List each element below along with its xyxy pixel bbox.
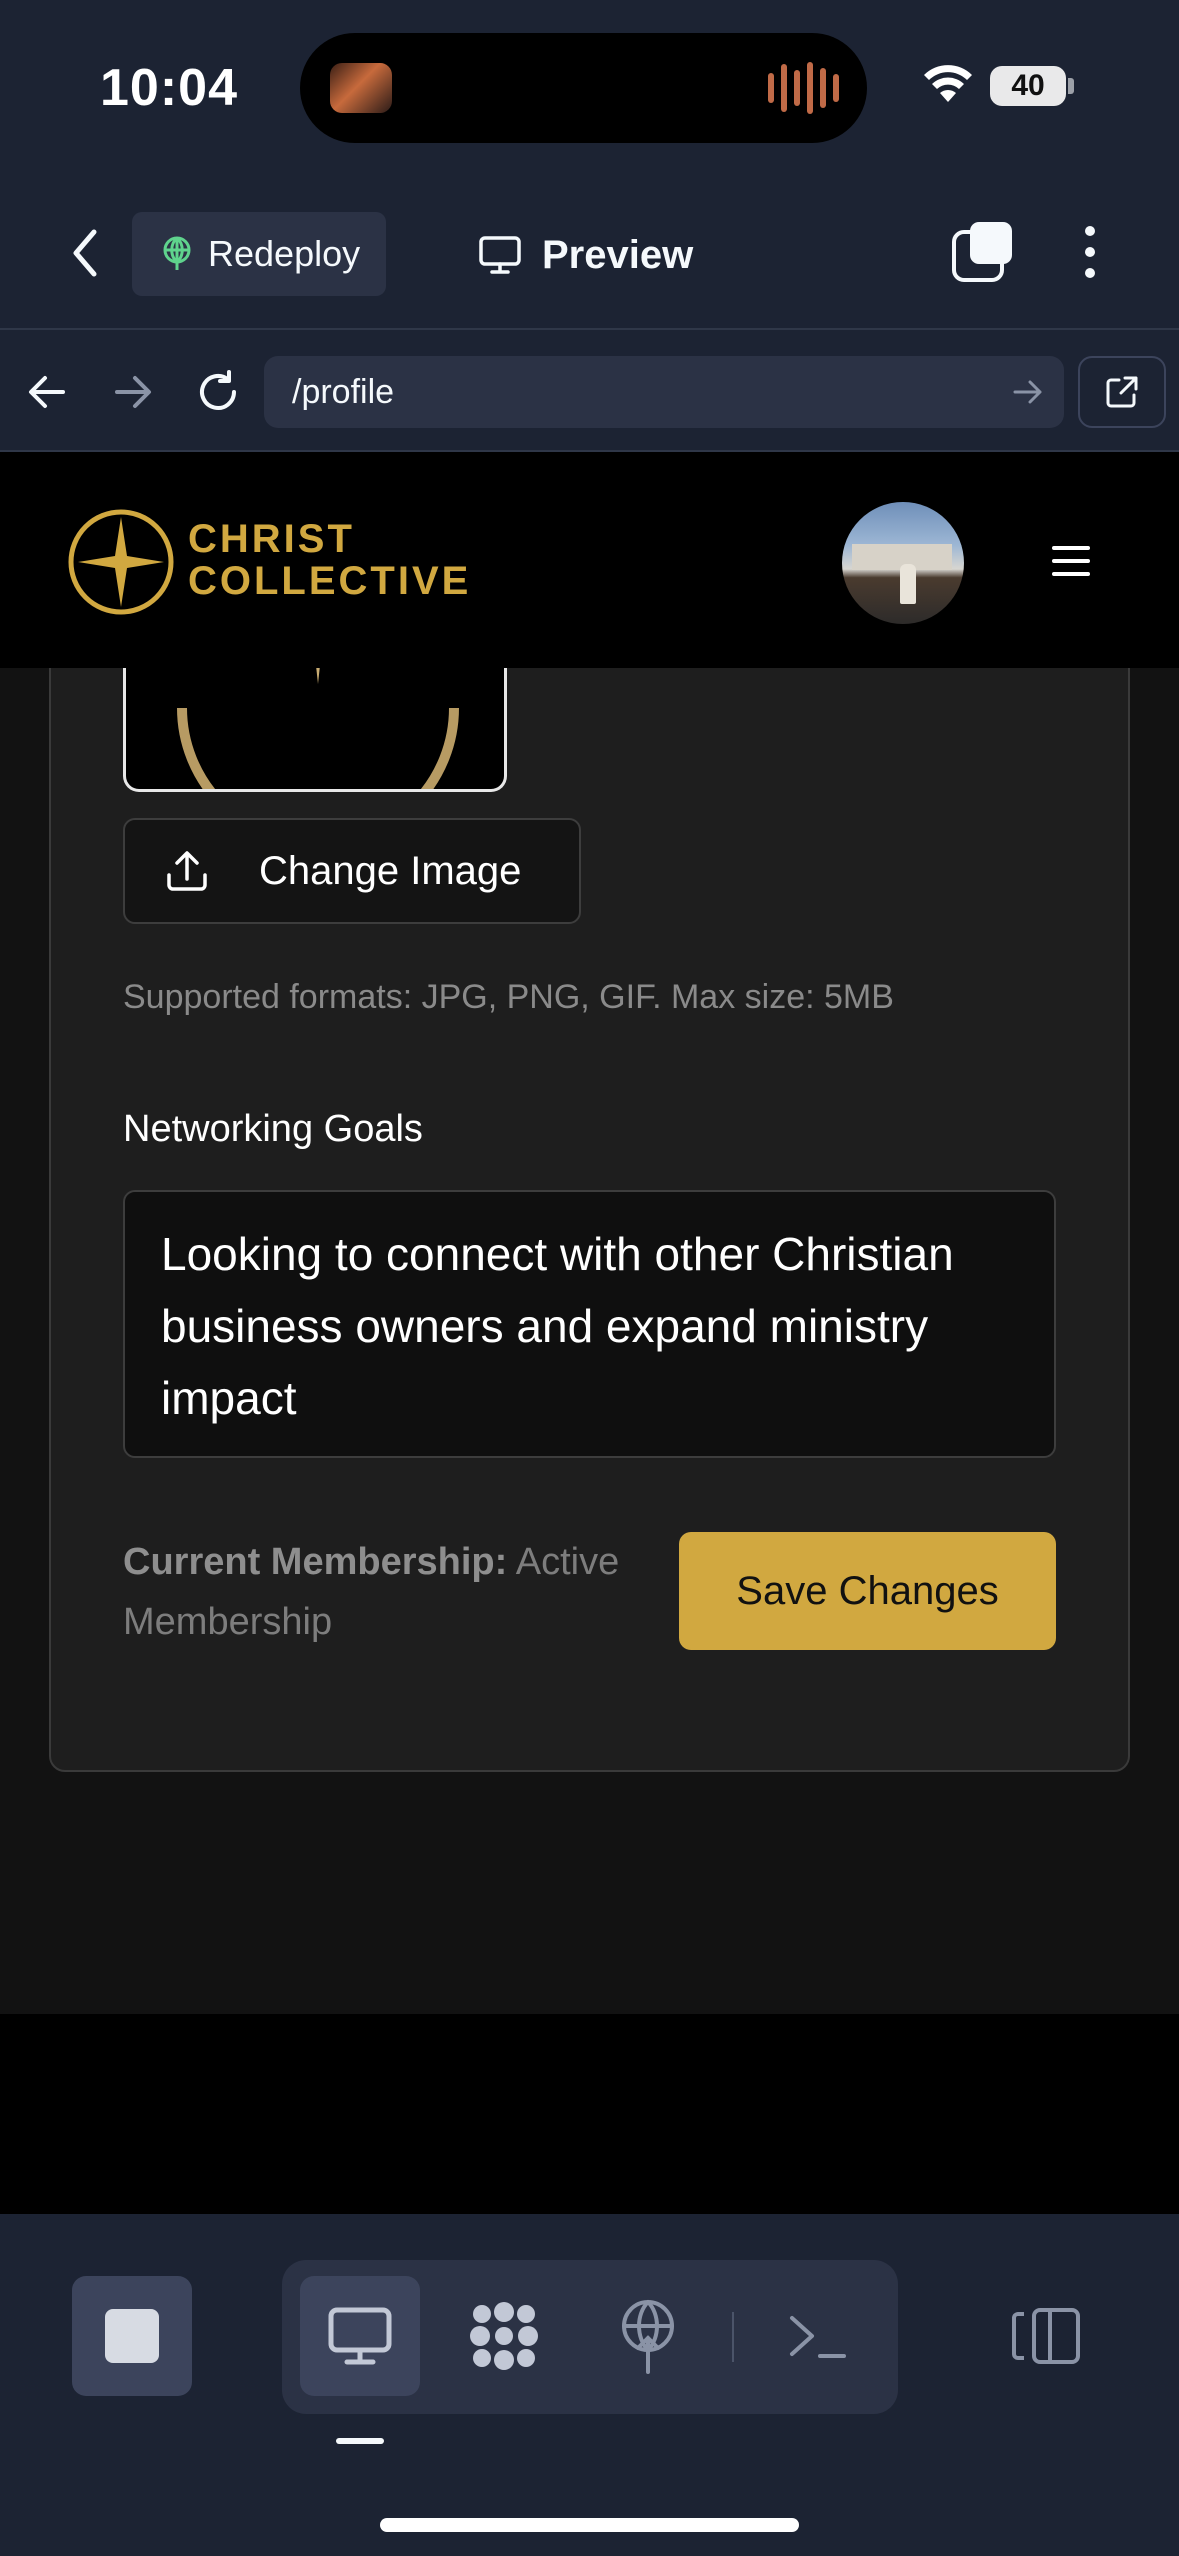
site-header: CHRIST COLLECTIVE (0, 452, 1179, 668)
panel-toggle-icon (1012, 2308, 1080, 2364)
app-toolbar: Redeploy Preview (0, 175, 1179, 330)
brand-line-2: COLLECTIVE (188, 559, 472, 603)
go-icon[interactable] (1012, 374, 1044, 410)
dynamic-island[interactable] (300, 33, 867, 143)
url-text: /profile (292, 372, 395, 411)
browser-forward-button[interactable] (108, 362, 158, 422)
brand-logo-text[interactable]: CHRIST COLLECTIVE (188, 518, 471, 602)
status-time: 10:04 (100, 59, 238, 117)
back-icon (73, 229, 97, 277)
wifi-icon (924, 65, 972, 102)
redeploy-button[interactable]: Redeploy (132, 212, 386, 296)
upload-icon (167, 851, 207, 891)
supported-formats-hint: Supported formats: JPG, PNG, GIF. Max si… (123, 978, 894, 1016)
reload-icon (200, 370, 236, 410)
tool-deployments[interactable] (588, 2276, 708, 2396)
url-input[interactable]: /profile (264, 356, 1064, 428)
change-image-label: Change Image (259, 848, 522, 893)
membership-label: Current Membership: (123, 1541, 508, 1583)
active-tool-indicator (336, 2438, 384, 2444)
monitor-icon (479, 236, 521, 274)
stop-button[interactable] (72, 2276, 192, 2396)
workspace-bottom-bar (0, 2214, 1179, 2556)
tab-preview[interactable]: Preview (478, 225, 693, 285)
more-icon[interactable] (1072, 220, 1108, 284)
agent-icon (470, 2302, 538, 2370)
arrow-right-icon (115, 376, 151, 408)
open-external-button[interactable] (1078, 356, 1166, 428)
membership-status: Current Membership: Active Membership (123, 1532, 683, 1652)
browser-url-row: /profile (0, 332, 1179, 452)
tool-preview[interactable] (300, 2276, 420, 2396)
networking-goals-label: Networking Goals (123, 1108, 423, 1150)
tabs-icon[interactable] (950, 220, 1014, 284)
home-indicator[interactable] (380, 2518, 799, 2532)
back-button[interactable] (60, 223, 110, 283)
open-external-icon (1106, 376, 1138, 408)
terminal-icon (790, 2316, 846, 2358)
star-logo-icon[interactable] (66, 507, 176, 617)
stop-icon (105, 2309, 159, 2363)
deploy-icon (622, 2300, 674, 2374)
arrow-left-icon (29, 376, 65, 408)
tool-shell[interactable] (758, 2276, 878, 2396)
preview-label: Preview (542, 232, 694, 277)
save-changes-button[interactable]: Save Changes (679, 1532, 1056, 1650)
profile-image-preview (123, 668, 507, 792)
tool-agent[interactable] (444, 2276, 564, 2396)
redeploy-label: Redeploy (208, 233, 361, 274)
browser-back-button[interactable] (22, 362, 72, 422)
avatar[interactable] (842, 502, 964, 624)
hamburger-icon[interactable] (1052, 546, 1090, 576)
status-bar: 10:04 40 (0, 0, 1179, 175)
change-image-button[interactable]: Change Image (123, 818, 581, 924)
now-playing-artwork (330, 63, 392, 113)
star-logo-icon (177, 668, 459, 789)
audio-waveform-icon (768, 61, 839, 115)
profile-page: Change Image Supported formats: JPG, PNG… (0, 668, 1179, 2014)
reload-button[interactable] (190, 362, 246, 422)
battery-icon: 40 (990, 66, 1066, 106)
tool-divider (732, 2312, 734, 2362)
battery-cap (1068, 78, 1074, 94)
redeploy-icon (163, 236, 191, 270)
panel-toggle-button[interactable] (1000, 2276, 1092, 2396)
networking-goals-textarea[interactable]: Looking to connect with other Christian … (123, 1190, 1056, 1458)
brand-line-1: CHRIST (188, 517, 355, 561)
preview-bottom-area (0, 2014, 1179, 2214)
tool-switcher (282, 2260, 898, 2414)
monitor-icon (328, 2307, 392, 2365)
